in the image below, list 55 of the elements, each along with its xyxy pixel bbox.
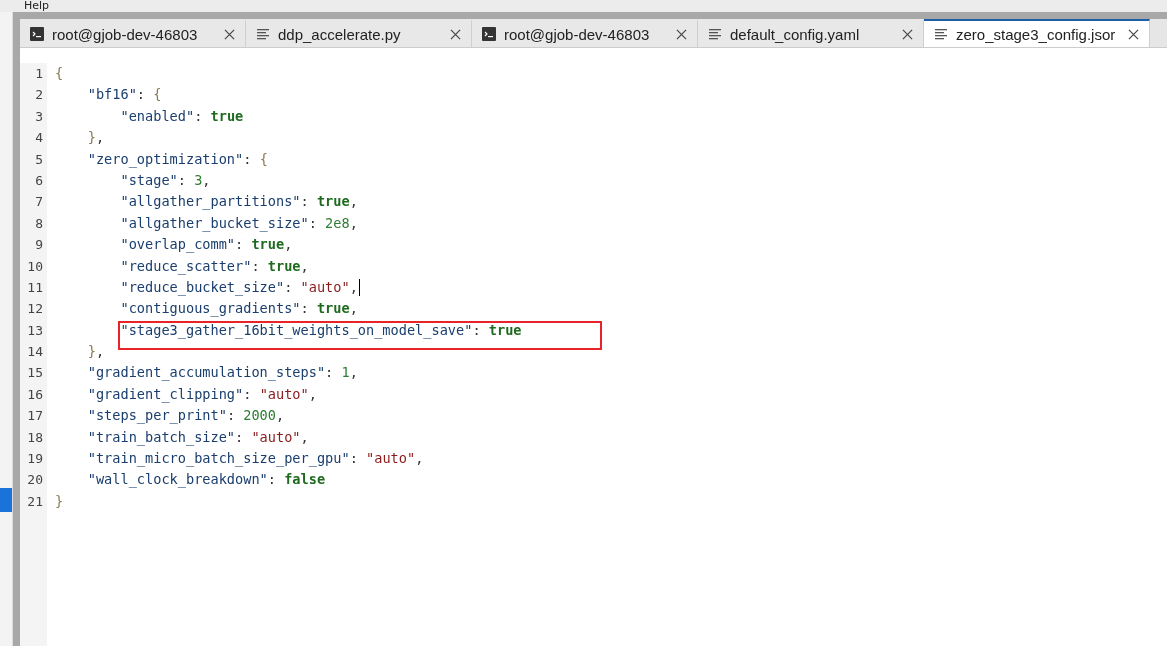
selected-item-marker [0,488,12,512]
line-number: 16 [26,385,44,404]
code-line: "contiguous_gradients": true, [119,299,358,319]
close-icon[interactable] [902,28,913,40]
line-number: 1 [34,65,44,83]
close-icon[interactable] [450,28,461,40]
line-number: 10 [26,257,44,276]
editor-tab[interactable]: zero_stage3_config.jsor [924,19,1150,47]
code-line: "gradient_clipping": "auto", [86,384,317,405]
line-number: 3 [34,107,44,126]
code-line: "gradient_accumulation_steps": 1, [86,363,358,383]
line-number: 15 [26,364,44,383]
line-number: 13 [26,321,44,340]
close-icon[interactable] [224,28,235,40]
code-line: { [55,64,64,83]
menu-item[interactable]: Help [24,0,50,12]
code-line: }, [86,128,105,148]
code-line: "reduce_bucket_size": "auto", [119,277,358,298]
line-number: 9 [34,236,44,255]
line-number: 11 [26,278,44,297]
code-line: }, [86,342,105,362]
line-number: 4 [34,129,44,148]
line-number: 2 [34,86,44,105]
code-line: "zero_optimization": { [86,149,268,170]
code-line: "allgather_partitions": true, [119,192,358,212]
line-number: 19 [26,450,44,469]
code-line: "reduce_scatter": true, [119,256,309,277]
code-line: "stage": 3, [119,170,211,190]
code-line: "wall_clock_breakdown": false [86,470,326,490]
line-number: 12 [26,300,44,319]
terminal-icon [482,27,496,41]
line-number: 17 [26,407,44,426]
code-line: "stage3_gather_16bit_weights_on_model_save": true [119,320,522,341]
line-number: 6 [34,171,44,190]
code-line: "train_batch_size": "auto", [86,427,309,448]
line-number: 7 [34,193,44,212]
text-file-icon [708,27,722,41]
line-number: 5 [34,150,44,169]
close-icon[interactable] [676,28,687,40]
line-number: 20 [26,471,44,490]
line-number: 14 [26,343,44,362]
line-number: 18 [26,428,44,447]
close-icon[interactable] [1128,28,1139,40]
text-file-icon [934,27,948,41]
code-line: "overlap_comm": true, [119,235,293,255]
line-number: 21 [26,492,44,511]
code-line: "steps_per_print": 2000, [86,406,285,426]
code-line: } [55,491,64,511]
code-line: "bf16": { [86,85,162,105]
line-number: 8 [34,214,44,233]
terminal-icon [30,27,44,41]
text-file-icon [256,27,270,41]
code-line: "allgather_bucket_size": 2e8, [119,213,358,234]
code-line: "train_micro_batch_size_per_gpu": "auto", [86,449,424,469]
code-line: "enabled": true [119,106,244,126]
